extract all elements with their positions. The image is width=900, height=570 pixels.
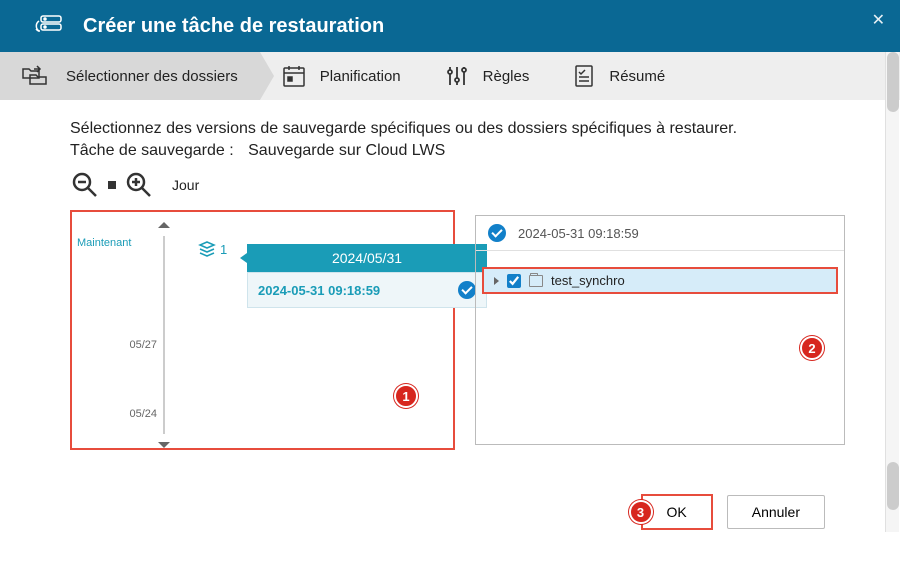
timeline-scroll-down[interactable] bbox=[158, 442, 170, 448]
cancel-button[interactable]: Annuler bbox=[727, 495, 825, 529]
dialog-title: Créer une tâche de restauration bbox=[83, 15, 384, 38]
timeline: 05/27 05/24 bbox=[124, 212, 204, 448]
sliders-icon bbox=[445, 64, 469, 88]
task-value: Sauvegarde sur Cloud LWS bbox=[248, 142, 445, 159]
instruction-text: Sélectionnez des versions de sauvegarde … bbox=[70, 120, 860, 138]
zoom-reset-icon[interactable] bbox=[108, 181, 116, 189]
step-summary[interactable]: Résumé bbox=[551, 52, 687, 100]
step-label: Règles bbox=[483, 68, 530, 85]
check-circle-icon bbox=[458, 281, 476, 299]
task-label: Tâche de sauvegarde : bbox=[70, 142, 234, 159]
annotation-badge-1: 1 bbox=[394, 384, 418, 408]
timeline-axis[interactable]: 05/27 05/24 bbox=[163, 236, 165, 434]
timeline-tick: 05/27 bbox=[115, 339, 157, 351]
step-label: Sélectionner des dossiers bbox=[66, 68, 238, 85]
scrollbar-thumb[interactable] bbox=[887, 462, 899, 510]
close-icon[interactable]: ✕ bbox=[872, 10, 885, 30]
version-timestamp: 2024-05-31 09:18:59 bbox=[258, 283, 380, 298]
time-unit-label: Jour bbox=[172, 177, 199, 193]
selected-version-timestamp: 2024-05-31 09:18:59 bbox=[518, 226, 639, 241]
scrollbar-track bbox=[885, 52, 899, 532]
timeline-panel: Maintenant 05/27 05/24 1 2024/05/31 2024… bbox=[70, 210, 455, 450]
restore-task-icon bbox=[35, 15, 65, 37]
version-row[interactable]: 2024-05-31 09:18:59 bbox=[247, 272, 487, 308]
ok-button[interactable]: OK bbox=[659, 496, 711, 528]
folder-checkbox[interactable] bbox=[507, 274, 521, 288]
calendar-icon bbox=[282, 64, 306, 88]
folder-row[interactable]: test_synchro bbox=[482, 267, 838, 294]
folder-panel: 2024-05-31 09:18:59 test_synchro 2 bbox=[475, 215, 845, 445]
zoom-controls: Jour bbox=[70, 170, 860, 200]
step-select-folders[interactable]: Sélectionner des dossiers bbox=[0, 52, 260, 100]
annotation-badge-2: 2 bbox=[800, 336, 824, 360]
document-check-icon bbox=[573, 64, 595, 88]
dialog-footer: 3 OK Annuler bbox=[641, 494, 826, 530]
folder-icon bbox=[529, 275, 543, 287]
task-line: Tâche de sauvegarde : Sauvegarde sur Clo… bbox=[70, 142, 860, 160]
version-group: 2024/05/31 2024-05-31 09:18:59 bbox=[247, 244, 487, 308]
zoom-out-button[interactable] bbox=[70, 170, 100, 200]
step-rules[interactable]: Règles bbox=[423, 52, 552, 100]
scrollbar-thumb[interactable] bbox=[887, 52, 899, 112]
timeline-scroll-up[interactable] bbox=[158, 222, 170, 228]
step-label: Résumé bbox=[609, 68, 665, 85]
folder-name: test_synchro bbox=[551, 273, 625, 288]
step-label: Planification bbox=[320, 68, 401, 85]
layer-count-value: 1 bbox=[220, 242, 227, 257]
title-bar: Créer une tâche de restauration ✕ bbox=[0, 0, 900, 52]
folders-icon bbox=[22, 64, 52, 88]
check-circle-icon bbox=[488, 224, 506, 242]
folder-panel-header: 2024-05-31 09:18:59 bbox=[476, 216, 844, 251]
annotation-badge-3: 3 bbox=[629, 500, 653, 524]
expand-icon[interactable] bbox=[494, 277, 499, 285]
content-area: Sélectionnez des versions de sauvegarde … bbox=[0, 100, 900, 460]
layers-count: 1 bbox=[198, 240, 227, 258]
layers-icon bbox=[198, 240, 216, 258]
timeline-tick: 05/24 bbox=[115, 408, 157, 420]
wizard-steps: Sélectionner des dossiers Planification … bbox=[0, 52, 900, 100]
version-group-date[interactable]: 2024/05/31 bbox=[247, 244, 487, 272]
ok-button-highlight: 3 OK bbox=[641, 494, 713, 530]
step-schedule[interactable]: Planification bbox=[260, 52, 423, 100]
zoom-in-button[interactable] bbox=[124, 170, 154, 200]
